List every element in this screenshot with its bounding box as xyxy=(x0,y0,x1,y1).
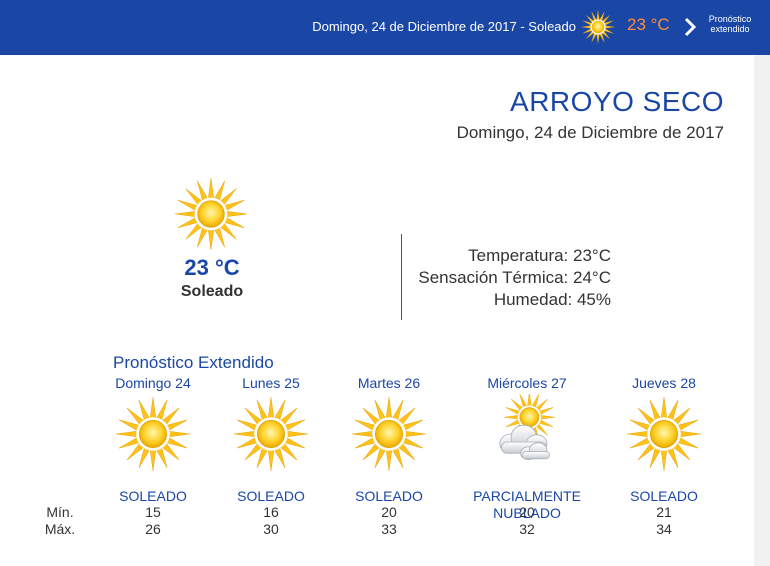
scrollbar-track[interactable] xyxy=(754,55,770,566)
temperature-line: Temperatura: 23°C xyxy=(468,246,611,265)
top-bar: Domingo, 24 de Diciembre de 2017 - Solea… xyxy=(0,0,770,55)
city-name: ARROYO SECO xyxy=(510,86,724,117)
day-min: 20 xyxy=(519,504,535,520)
forecast-day: Martes 26 SOLEADO xyxy=(329,374,449,505)
day-min: 21 xyxy=(656,504,672,520)
forecast-day: Jueves 28 SOLEADO xyxy=(604,374,724,505)
day-max: 26 xyxy=(145,521,161,537)
day-min: 15 xyxy=(145,504,161,520)
forecast-day: Lunes 25 SOLEADO xyxy=(211,374,331,505)
sun-icon xyxy=(174,177,248,251)
sun-icon xyxy=(581,10,615,44)
top-temperature: 23 °C xyxy=(627,15,670,34)
sun-icon xyxy=(351,396,427,472)
extended-forecast-link[interactable]: Pronóstico extendido xyxy=(700,14,760,34)
day-condition: SOLEADO xyxy=(630,488,698,504)
humidity-line: Humedad: 45% xyxy=(493,290,611,309)
day-name: Lunes 25 xyxy=(242,375,300,391)
day-name: Miércoles 27 xyxy=(487,375,567,391)
day-max: 32 xyxy=(519,521,535,537)
sun-icon xyxy=(115,396,191,472)
divider xyxy=(401,234,402,320)
sun-icon xyxy=(233,396,309,472)
day-max: 34 xyxy=(656,521,672,537)
min-label: Mín. xyxy=(46,504,74,520)
chevron-right-icon[interactable] xyxy=(683,16,697,38)
feels-like-line: Sensación Térmica: 24°C xyxy=(418,268,611,287)
day-name: Martes 26 xyxy=(357,375,421,391)
current-condition: Soleado xyxy=(180,283,244,300)
day-name: Jueves 28 xyxy=(632,375,696,391)
forecast-day: Domingo 24 SOLEADO xyxy=(93,374,213,505)
day-max: 30 xyxy=(263,521,279,537)
partly-cloudy-icon xyxy=(499,394,556,460)
day-name: Domingo 24 xyxy=(115,375,191,391)
day-min: 16 xyxy=(263,504,279,520)
day-condition: SOLEADO xyxy=(119,488,187,504)
day-max: 33 xyxy=(381,521,397,537)
extended-forecast-title: Pronóstico Extendido xyxy=(113,353,274,372)
current-details: Temperatura: 23°C Sensación Térmica: 24°… xyxy=(418,245,611,311)
day-min: 20 xyxy=(381,504,397,520)
current-temperature: 23 °C xyxy=(184,255,240,280)
day-condition: SOLEADO xyxy=(237,488,305,504)
current-date: Domingo, 24 de Diciembre de 2017 xyxy=(456,123,724,142)
forecast-day: Miércoles 27 PARCIALMENTE NUBLADO xyxy=(467,374,587,522)
max-label: Máx. xyxy=(44,521,76,537)
sun-icon xyxy=(626,396,702,472)
top-summary: Domingo, 24 de Diciembre de 2017 - Solea… xyxy=(312,19,576,34)
day-condition: SOLEADO xyxy=(355,488,423,504)
